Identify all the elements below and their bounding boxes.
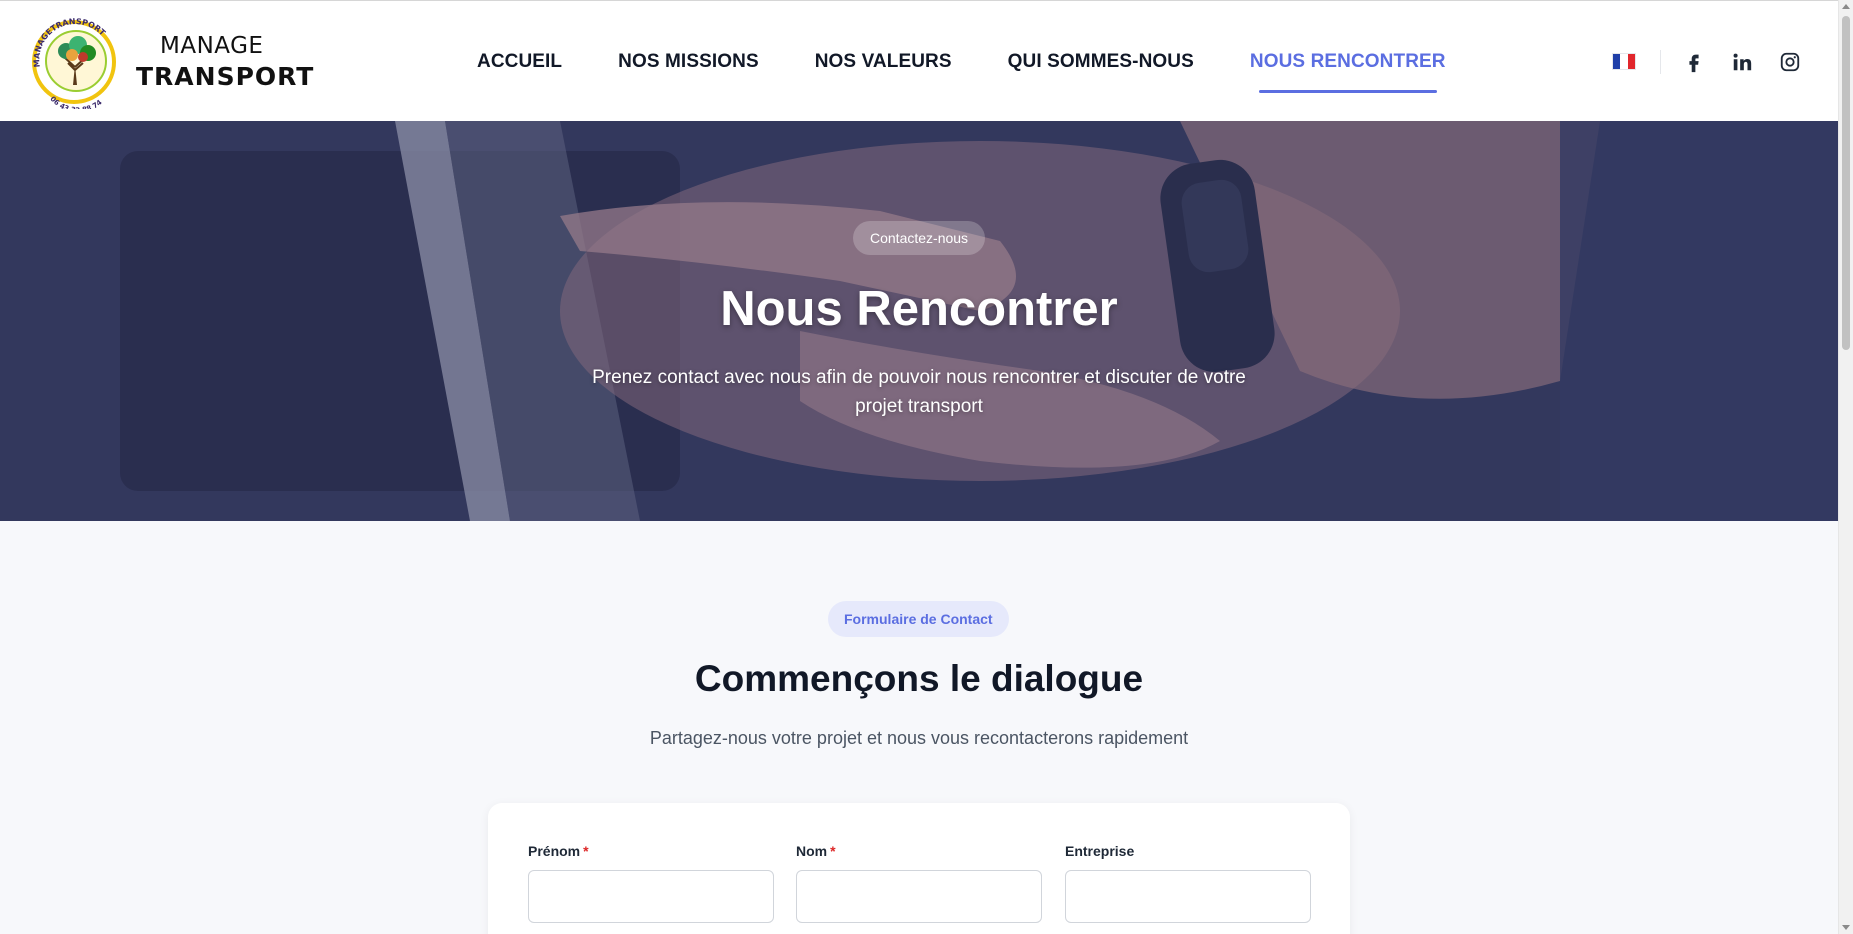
french-flag-icon[interactable]	[1612, 53, 1636, 70]
lastname-label-text: Nom	[796, 843, 828, 859]
required-marker: *	[830, 843, 836, 859]
scroll-down-arrow-icon[interactable]	[1842, 925, 1850, 930]
header-divider	[1660, 49, 1661, 74]
nav-item-accueil[interactable]: ACCUEIL	[477, 43, 562, 81]
contact-subtitle: Partagez-nous votre projet et nous vous …	[649, 728, 1189, 748]
main-nav: ACCUEIL NOS MISSIONS NOS VALEURS QUI SOM…	[477, 1, 1446, 122]
linkedin-icon[interactable]	[1731, 51, 1753, 73]
scroll-up-arrow-icon[interactable]	[1842, 4, 1850, 9]
lastname-label: Nom *	[796, 843, 1042, 859]
brand-line-1: MANAGE	[160, 32, 264, 59]
firstname-input[interactable]	[528, 870, 774, 923]
lastname-input[interactable]	[796, 870, 1042, 923]
brand-wordmark: MANAGE TRANSPORT	[136, 34, 314, 90]
brand-logo[interactable]: MANAGETRANSPORT 06 43 32 88 74 MANAGE TR…	[28, 15, 314, 109]
hero-subtitle: Prenez contact avec nous afin de pouvoir…	[592, 367, 1246, 417]
lastname-field: Nom *	[796, 843, 1042, 923]
hero-banner: Contactez-nous Nous Rencontrer Prenez co…	[0, 121, 1838, 521]
contact-form: Prénom * Nom * Entreprise	[488, 803, 1350, 934]
nav-item-nous-rencontrer[interactable]: NOUS RENCONTRER	[1250, 43, 1446, 93]
company-label: Entreprise	[1065, 843, 1311, 859]
logo-badge-icon: MANAGETRANSPORT 06 43 32 88 74	[32, 17, 116, 109]
firstname-label-text: Prénom	[528, 843, 581, 859]
firstname-label: Prénom *	[528, 843, 774, 859]
company-label-text: Entreprise	[1065, 843, 1135, 859]
facebook-icon[interactable]	[1683, 51, 1705, 73]
nav-item-nos-valeurs[interactable]: NOS VALEURS	[815, 43, 952, 81]
contact-title: Commençons le dialogue	[694, 658, 1144, 699]
site-header: MANAGETRANSPORT 06 43 32 88 74 MANAGE TR…	[0, 0, 1838, 121]
hero-chip: Contactez-nous	[853, 221, 986, 255]
scrollbar-thumb[interactable]	[1842, 16, 1850, 350]
header-actions	[1612, 1, 1827, 122]
hero-content: Contactez-nous Nous Rencontrer Prenez co…	[0, 121, 1838, 521]
company-input[interactable]	[1065, 870, 1311, 923]
contact-chip: Formulaire de Contact	[828, 601, 1009, 637]
nav-item-nos-missions[interactable]: NOS MISSIONS	[618, 43, 759, 81]
brand-line-2: TRANSPORT	[136, 61, 315, 91]
hero-title: Nous Rencontrer	[720, 282, 1118, 336]
required-marker: *	[583, 843, 589, 859]
page-scrollbar[interactable]	[1838, 0, 1853, 934]
firstname-field: Prénom *	[528, 843, 774, 923]
instagram-icon[interactable]	[1779, 51, 1801, 73]
nav-item-qui-sommes-nous[interactable]: QUI SOMMES-NOUS	[1008, 43, 1194, 81]
company-field: Entreprise	[1065, 843, 1311, 923]
